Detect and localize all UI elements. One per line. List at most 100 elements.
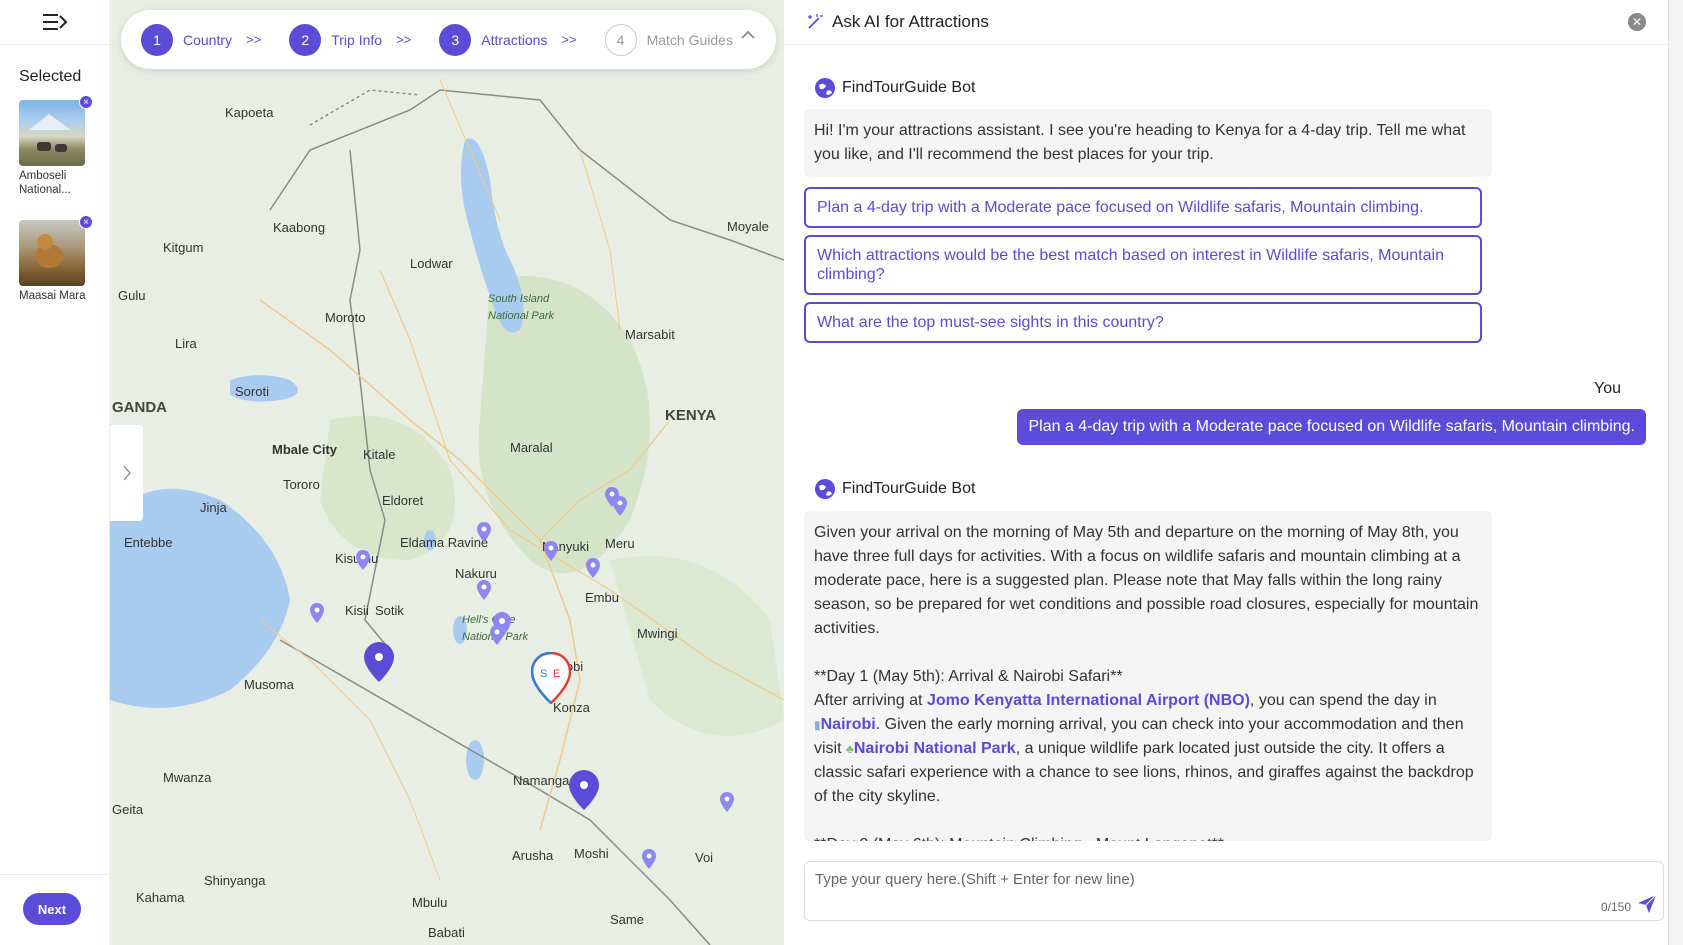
attraction-thumbnail: × [19,95,93,166]
menu-toggle-button[interactable] [0,0,110,45]
selected-attraction-pin-icon[interactable] [569,770,599,810]
chat-header: Ask AI for Attractions ✕ [784,0,1683,45]
step-number: 3 [439,23,472,56]
step-number: 1 [141,23,173,56]
step-trip-info[interactable]: 2 Trip Info >> [289,23,412,56]
bot-name: FindTourGuide Bot [842,79,976,96]
map-place-label: Jinja [200,500,227,515]
map-place-label: Mbulu [412,895,448,910]
svg-text:S: S [540,668,547,680]
suggested-prompt-button[interactable]: What are the top must-see sights in this… [804,302,1482,343]
map-pin-icon[interactable] [477,522,491,542]
map-pin-icon[interactable] [720,792,734,812]
response-day1-body: After arriving at Jomo Kenyatta Internat… [814,689,1482,809]
send-icon[interactable] [1637,894,1657,914]
step-arrow: >> [396,32,412,47]
map-pin-icon[interactable] [310,603,324,623]
map-place-label: Arusha [512,848,554,863]
step-attractions[interactable]: 3 Attractions >> [439,23,577,56]
map-place-label: Marsabit [625,327,675,342]
map-place-label: Musoma [244,677,294,692]
airport-link[interactable]: Jomo Kenyatta International Airport (NBO… [927,692,1250,709]
query-input[interactable] [815,871,1635,907]
step-number: 4 [604,23,637,56]
char-counter: 0/150 [1600,900,1631,914]
map-pin-icon[interactable] [586,558,600,578]
map-place-label: Soroti [235,384,269,399]
selected-attraction-pin-icon[interactable] [364,642,394,682]
selected-attraction-card[interactable]: × Amboseli National... [19,95,93,197]
map-place-label: Kitgum [163,240,204,255]
response-day1-title: **Day 1 (May 5th): Arrival & Nairobi Saf… [814,668,1123,685]
map-base [110,79,784,945]
attraction-name: Amboseli National... [19,170,71,196]
map-place-label: Maralal [510,440,553,455]
scrollbar[interactable] [1668,0,1683,945]
step-match-guides[interactable]: 4 Match Guides [604,23,733,56]
map-place-label: Mbale City [272,442,338,457]
map-place-label: Embu [585,590,619,605]
map-country-label: KENYA [665,407,717,424]
park-icon: ♣ [846,742,854,756]
map-pin-icon[interactable] [613,496,627,516]
map-place-label: Kaabong [273,220,326,235]
expand-panel-tab[interactable] [110,425,143,521]
remove-attraction-button[interactable]: × [79,215,93,229]
step-label: Country [183,31,233,48]
selected-title: Selected [19,68,82,85]
chat-title: Ask AI for Attractions [832,12,989,31]
menu-collapse-icon [43,14,68,30]
user-label: You [1594,380,1621,397]
map-place-label: Kapoeta [225,105,274,120]
suggested-prompt-button[interactable]: Which attractions would be the best matc… [804,235,1482,295]
chevron-right-icon [122,465,131,481]
map-park-label: South Island National Park [488,293,555,322]
map-place-label: Eldoret [382,493,424,508]
map-place-label: Mwanza [163,770,212,785]
step-arrow: >> [246,32,262,47]
suggested-prompt-button[interactable]: Plan a 4-day trip with a Moderate pace f… [804,187,1482,228]
map-place-label: Kitale [363,447,396,462]
attraction-thumbnail: × [19,215,93,286]
bot-header: FindTourGuide Bot [814,478,975,500]
map-pin-icon[interactable] [544,541,558,561]
map-place-label: Nakuru [455,566,497,581]
map-place-label: Gulu [118,288,146,303]
map-place-label: Tororo [283,477,320,492]
bot-greeting-message: Hi! I'm your attractions assistant. I se… [804,109,1492,177]
bot-avatar-icon [815,479,835,499]
map-place-label: Namanga [513,773,570,788]
step-number: 2 [289,23,322,56]
map-place-label: Geita [112,802,144,817]
response-text: , you can spend the day in [1249,692,1437,709]
map-pin-icon[interactable] [356,550,370,570]
map-country-label: GANDA [112,399,167,416]
map-place-label: Sotik [375,603,404,618]
map-place-label: Entebbe [124,535,173,550]
step-label: Match Guides [646,31,733,48]
remove-attraction-button[interactable]: × [79,95,93,109]
city-link[interactable]: Nairobi [821,716,876,733]
map-pin-icon[interactable] [477,580,491,600]
attraction-name: Maasai Mara [19,290,86,302]
next-button[interactable]: Next [23,893,81,925]
bot-name: FindTourGuide Bot [842,480,976,497]
start-end-pin-icon[interactable]: S E [531,652,571,704]
bot-response-message: Given your arrival on the morning of May… [804,511,1492,841]
bot-header: FindTourGuide Bot [814,77,975,99]
map-view[interactable]: Kapoeta Kaabong Kitgum Lodwar Moroto Lir… [110,0,784,945]
response-intro: Given your arrival on the morning of May… [814,524,1479,637]
map-place-label: Eldama Ravine [400,535,489,550]
step-country[interactable]: 1 Country >> [141,23,262,56]
svg-text:E: E [553,668,560,680]
map-pin-icon[interactable] [490,625,504,645]
map-place-label: Shinyanga [204,873,266,888]
close-icon[interactable]: ✕ [1628,13,1646,31]
map-place-label: Lodwar [410,256,453,271]
chevron-up-icon[interactable] [740,30,756,40]
park-link[interactable]: Nairobi National Park [854,740,1016,757]
map-place-label: Moyale [727,219,769,234]
map-place-label: Meru [605,536,635,551]
selected-attraction-card[interactable]: × Maasai Mara [19,215,93,303]
map-pin-icon[interactable] [642,849,656,869]
